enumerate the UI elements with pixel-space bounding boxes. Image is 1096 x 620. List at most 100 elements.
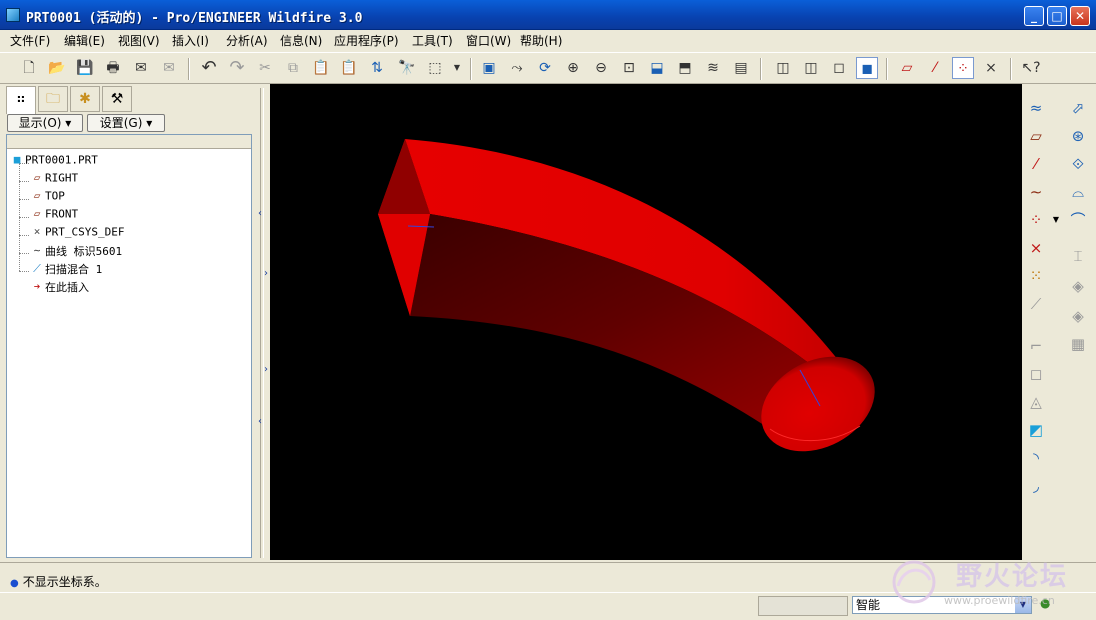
datum-ref-icon[interactable]: ⟋ (1024, 292, 1048, 316)
coord-sys-icon[interactable]: ⨯ (980, 57, 1002, 79)
paste-icon[interactable]: 📋 (310, 57, 332, 79)
offset-tool-icon[interactable]: ◩ (1024, 418, 1048, 442)
datum-plane-tool-icon[interactable]: ▱ (1024, 124, 1048, 148)
paste-special-icon[interactable]: 📋 (338, 57, 360, 79)
shell-tool-icon[interactable]: ◈ (1066, 274, 1090, 298)
saved-views-icon[interactable]: ⬒ (674, 57, 696, 79)
whats-this-icon[interactable]: ↖? (1020, 57, 1042, 79)
find-icon[interactable]: 🔭 (396, 57, 418, 79)
refit-icon[interactable]: ⊡ (618, 57, 640, 79)
swept-blend-icon: ⟋ (33, 262, 41, 275)
datum-point-dropdown-icon[interactable]: ▼ (1044, 208, 1068, 232)
folder-browser-tab[interactable]: 🗀 (38, 86, 68, 112)
menu-file[interactable]: 文件(F) (10, 32, 50, 49)
toolbar-separator (470, 58, 472, 80)
tree-item-insert-here[interactable]: ➔ 在此插入 (29, 279, 89, 297)
style-tool-icon[interactable]: ⌒ (1066, 208, 1090, 232)
favorites-tab[interactable]: ✱ (70, 86, 100, 112)
collapse-arrow-icon[interactable]: ‹ (258, 416, 262, 427)
message-line: ● 不显示坐标系。 (10, 573, 107, 590)
revolve-tool-icon[interactable]: ⊛ (1066, 124, 1090, 148)
view-manager-icon[interactable]: ▤ (730, 57, 752, 79)
repaint-icon[interactable]: ▣ (478, 57, 500, 79)
connections-tab[interactable]: ⚒ (102, 86, 132, 112)
datum-axes-icon[interactable]: ⁄ (924, 57, 946, 79)
menu-edit[interactable]: 编辑(E) (64, 32, 105, 49)
datum-planes-icon[interactable]: ▱ (896, 57, 918, 79)
expand-arrow-icon[interactable]: › (264, 364, 268, 375)
layers-icon[interactable]: ≋ (702, 57, 724, 79)
zoom-out-icon[interactable]: ⊖ (590, 57, 612, 79)
maximize-button[interactable]: □ (1047, 6, 1067, 26)
wireframe-icon[interactable]: ◫ (772, 57, 794, 79)
settings-dropdown[interactable]: 设置(G) ▾ (87, 114, 165, 132)
trim-tool-icon[interactable]: ◞ (1024, 474, 1048, 498)
new-icon[interactable]: 🗋 (18, 57, 40, 79)
redo-icon[interactable]: ↷ (226, 57, 248, 79)
datum-plane-icon: ▱ (33, 207, 41, 220)
variable-sweep-icon[interactable]: ⟐ (1066, 152, 1090, 176)
tree-item-curve[interactable]: ∼ 曲线 标识5601 (29, 243, 122, 261)
collapse-arrow-icon[interactable]: ‹ (258, 208, 262, 219)
open-icon[interactable]: 📂 (46, 57, 68, 79)
send-mail-icon[interactable]: ✉ (130, 57, 152, 79)
spin-center-icon[interactable]: ⤳ (506, 57, 528, 79)
shading-icon[interactable]: ◼ (856, 57, 878, 79)
model-tree-tab[interactable]: ⠶ (6, 86, 36, 114)
select-dropdown-icon[interactable]: ▼ (446, 57, 468, 79)
tree-item-right[interactable]: ▱ RIGHT (29, 171, 78, 189)
rib-tool-icon[interactable]: ◈ (1066, 304, 1090, 328)
menu-tools[interactable]: 工具(T) (412, 32, 453, 49)
tree-item-csys[interactable]: ⨯ PRT_CSYS_DEF (29, 225, 125, 243)
tree-item-top[interactable]: ▱ TOP (29, 189, 65, 207)
panel-splitter[interactable]: ‹ › › ‹ (256, 84, 270, 562)
graphics-window[interactable] (270, 84, 1022, 560)
chamfer-tool-icon[interactable]: ◻ (1024, 362, 1048, 386)
datum-axis-tool-icon[interactable]: ⁄ (1024, 152, 1048, 176)
tree-connector (19, 253, 29, 254)
menu-help[interactable]: 帮助(H) (520, 32, 562, 49)
menu-window[interactable]: 窗口(W) (466, 32, 511, 49)
menu-view[interactable]: 视图(V) (118, 32, 160, 49)
menu-analysis[interactable]: 分析(A) (226, 32, 268, 49)
zoom-in-icon[interactable]: ⊕ (562, 57, 584, 79)
print-icon[interactable]: 🖶 (102, 57, 124, 79)
app-icon (6, 8, 20, 22)
show-dropdown[interactable]: 显示(O) ▾ (7, 114, 83, 132)
merge-tool-icon[interactable]: ◝ (1024, 446, 1048, 470)
regenerate-icon[interactable]: ⇅ (366, 57, 388, 79)
expand-arrow-icon[interactable]: › (264, 268, 268, 279)
hole-tool-icon[interactable]: ⌶ (1066, 244, 1090, 268)
select-box-icon[interactable]: ⬚ (424, 57, 446, 79)
round-tool-icon[interactable]: ⌐ (1024, 334, 1048, 358)
menu-applications[interactable]: 应用程序(P) (334, 32, 399, 49)
undo-icon[interactable]: ↶ (198, 57, 220, 79)
tree-item-front[interactable]: ▱ FRONT (29, 207, 78, 225)
send-link-icon[interactable]: ✉ (158, 57, 180, 79)
csys-tool-icon[interactable]: ⨯ (1024, 236, 1048, 260)
save-icon[interactable]: 💾 (74, 57, 96, 79)
close-button[interactable]: ✕ (1070, 6, 1090, 26)
watermark-title: 野火论坛 (956, 562, 1069, 592)
pattern-tool-icon[interactable]: ▦ (1066, 332, 1090, 356)
draft-tool-icon[interactable]: ◬ (1024, 390, 1048, 414)
menu-info[interactable]: 信息(N) (280, 32, 322, 49)
extrude-tool-icon[interactable]: ⬀ (1066, 96, 1090, 120)
sketch-tool-icon[interactable]: ≈ (1024, 96, 1048, 120)
cut-icon[interactable]: ✂ (254, 57, 276, 79)
no-hidden-icon[interactable]: ◻ (828, 57, 850, 79)
datum-plane-icon: ▱ (33, 189, 41, 202)
reorient-icon[interactable]: ⬓ (646, 57, 668, 79)
boundary-blend-icon[interactable]: ⌓ (1066, 180, 1090, 204)
minimize-button[interactable]: _ (1024, 6, 1044, 26)
copy-icon[interactable]: ⧉ (282, 57, 304, 79)
hidden-line-icon[interactable]: ◫ (800, 57, 822, 79)
csys-icon: ⨯ (33, 225, 41, 238)
tree-item-swept-blend[interactable]: ⟋ 扫描混合 1 (29, 261, 102, 279)
orient-icon[interactable]: ⟳ (534, 57, 556, 79)
tree-item-part[interactable]: ■ PRT0001.PRT (9, 153, 98, 171)
menu-insert[interactable]: 插入(I) (172, 32, 209, 49)
datum-points-icon[interactable]: ⁘ (952, 57, 974, 79)
datum-curve-tool-icon[interactable]: ∼ (1024, 180, 1048, 204)
analysis-feature-icon[interactable]: ⁙ (1024, 264, 1048, 288)
